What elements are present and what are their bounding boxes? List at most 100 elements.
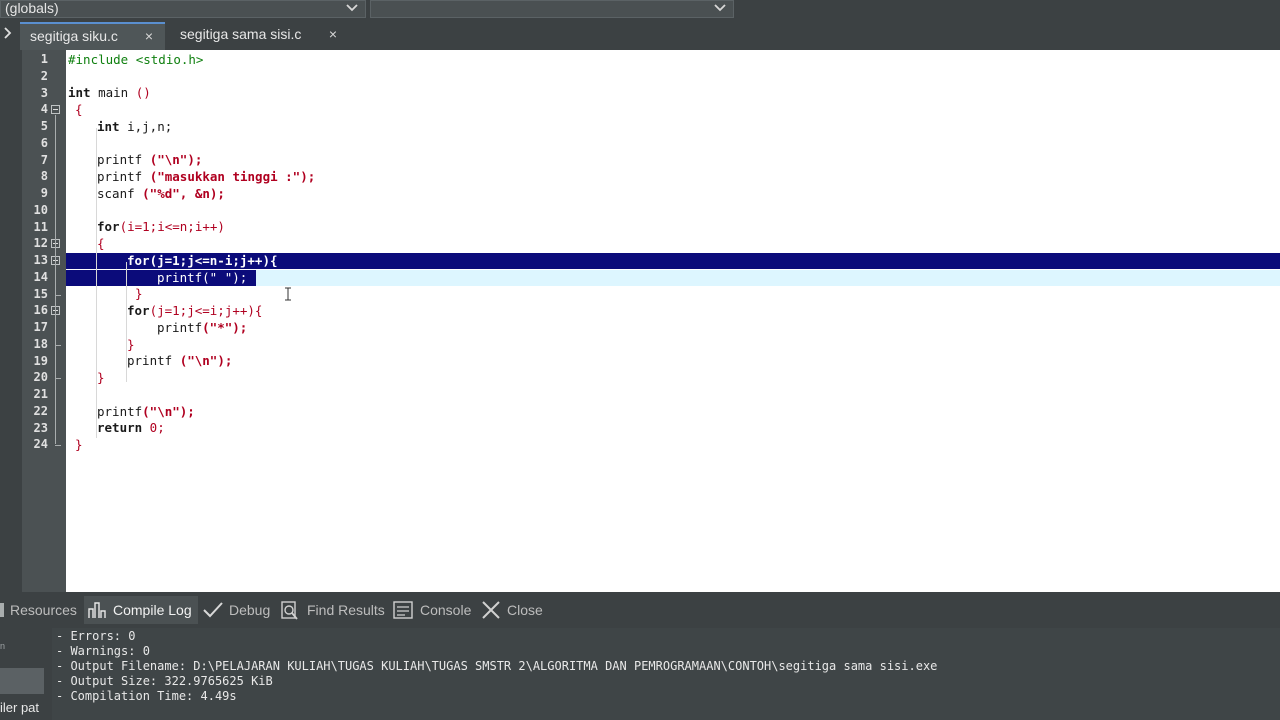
line-number: 8 <box>40 169 48 184</box>
code-line-13: for(j=1;j<=n-i;j++){ <box>127 253 278 268</box>
compile-log-output[interactable]: - Errors: 0 - Warnings: 0 - Output Filen… <box>52 628 1280 720</box>
function-name: printf <box>97 169 150 184</box>
tab-find-results[interactable]: Find Results <box>280 596 388 624</box>
fold-end-marker <box>55 344 61 346</box>
log-line: - Errors: 0 <box>56 629 136 643</box>
tab-label: Find Results <box>307 602 385 618</box>
code-line-18: } <box>127 337 135 352</box>
tab-segitiga-sama-sisi[interactable]: segitiga sama sisi.c × <box>170 22 345 50</box>
resources-icon <box>0 603 4 617</box>
bar-chart-icon <box>88 602 106 618</box>
log-line: - Output Filename: D:\PELAJARAN KULIAH\T… <box>56 659 938 673</box>
fold-toggle-icon[interactable] <box>51 105 60 115</box>
line-number: 19 <box>33 353 48 368</box>
code-line-19: printf ("\n"); <box>127 353 232 369</box>
line-number: 15 <box>33 286 48 301</box>
tab-label: Debug <box>229 602 271 618</box>
line-number: 14 <box>33 269 48 284</box>
code-line-3: int main () <box>68 85 151 101</box>
line-number: 5 <box>40 119 48 133</box>
option-field[interactable] <box>0 668 44 694</box>
tab-compile-log[interactable]: Compile Log <box>84 596 198 624</box>
keyword: return <box>97 420 143 435</box>
check-icon <box>203 602 223 618</box>
tab-close[interactable]: Close <box>481 596 547 624</box>
code-line-7: printf ("\n"); <box>97 152 202 168</box>
code-line-11: for(i=1;i<=n;i++) <box>97 219 225 235</box>
line-number: 4 <box>40 102 48 117</box>
line-number: 11 <box>33 219 48 234</box>
expression: (i=1;i<=n;i++) <box>119 219 225 234</box>
line-number: 3 <box>40 85 48 100</box>
line-number: 10 <box>33 202 48 217</box>
close-icon <box>482 601 500 619</box>
code-line-20: } <box>97 370 105 385</box>
tab-label: Compile Log <box>113 602 192 618</box>
function-name: printf <box>157 320 203 335</box>
code-line-4: { <box>75 102 83 117</box>
tab-debug[interactable]: Debug <box>202 596 274 624</box>
chevron-right-icon[interactable] <box>0 24 18 44</box>
code-line-23: return 0; <box>97 420 165 436</box>
line-number: 7 <box>40 152 48 167</box>
tab-label: Resources <box>10 602 77 618</box>
fold-end-marker <box>55 445 61 447</box>
string: ("\n"); <box>142 404 195 419</box>
tab-label: Console <box>420 602 472 618</box>
tab-label: segitiga siku.c <box>30 28 118 44</box>
panel-small-label: n <box>0 641 6 651</box>
code-line-12: { <box>97 236 105 251</box>
identifier: i,j,n; <box>119 119 173 134</box>
keyword: int <box>68 85 91 100</box>
line-number: 6 <box>40 135 48 150</box>
string: ("\n"); <box>149 152 203 167</box>
line-number: 20 <box>33 370 48 385</box>
expression: (j=1;j<=i;j++){ <box>149 303 263 318</box>
find-icon <box>281 601 298 620</box>
member-combo[interactable] <box>370 0 734 18</box>
keyword: for <box>127 303 150 318</box>
scope-combo-value: (globals) <box>5 0 59 16</box>
line-number: 13 <box>33 253 48 267</box>
code-line-5: int i,j,n; <box>97 119 172 135</box>
code-line-22: printf("\n"); <box>97 404 195 420</box>
tab-label: Close <box>507 602 543 618</box>
function-name: printf <box>97 404 143 419</box>
toolbar: (globals) <box>0 0 1280 18</box>
code-line-14: printf(" "); <box>157 270 248 285</box>
fold-end-marker <box>55 378 61 380</box>
tab-resources[interactable]: Resources <box>0 596 80 624</box>
number: 0; <box>142 420 165 435</box>
chevron-down-icon <box>714 4 726 12</box>
line-number: 16 <box>33 303 48 318</box>
line-number: 17 <box>33 320 48 334</box>
chevron-down-icon <box>346 4 358 12</box>
tab-console[interactable]: Console <box>393 596 475 624</box>
compiler-path-label: iler pat <box>0 700 40 715</box>
line-number: 18 <box>33 336 48 351</box>
side-strip <box>0 50 22 592</box>
close-icon[interactable]: × <box>329 22 337 46</box>
string: ("*"); <box>202 320 248 335</box>
code-editor[interactable]: #include <stdio.h> int main () { int i,j… <box>66 50 1280 592</box>
function-name: printf <box>127 353 180 368</box>
text-cursor-icon <box>284 287 292 301</box>
tab-segitiga-siku[interactable]: segitiga siku.c × <box>20 22 165 50</box>
string: ("\n"); <box>179 353 233 368</box>
line-number: 1 <box>40 52 48 66</box>
code-line-9: scanf ("%d", &n); <box>97 186 225 202</box>
paren: () <box>135 85 151 100</box>
function-name: scanf <box>97 186 143 201</box>
log-line: - Compilation Time: 4.49s <box>56 689 237 703</box>
log-line: - Warnings: 0 <box>56 644 150 658</box>
console-icon <box>393 601 413 619</box>
function-name: printf <box>97 152 150 167</box>
code-line-15: } <box>135 286 143 301</box>
log-line: - Output Size: 322.9765625 KiB <box>56 674 273 688</box>
keyword: for <box>97 219 120 234</box>
code-line-1: #include <stdio.h> <box>68 52 204 67</box>
string: ("masukkan tinggi :"); <box>149 169 316 184</box>
close-icon[interactable]: × <box>145 24 153 48</box>
scope-combo[interactable]: (globals) <box>0 0 366 18</box>
line-number: 23 <box>33 420 48 435</box>
